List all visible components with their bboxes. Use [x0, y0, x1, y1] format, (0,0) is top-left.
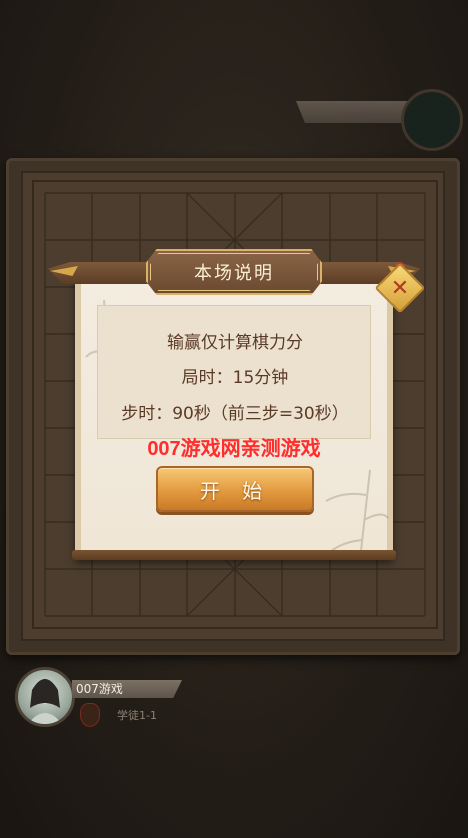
start-button[interactable]: 开 始	[156, 466, 314, 512]
player-name: 007游戏	[76, 682, 123, 696]
dialog-title: 本场说明	[194, 263, 274, 284]
watermark-text: 007游戏网亲测游戏	[147, 438, 321, 460]
rank-seal-icon	[80, 703, 100, 727]
rules-panel: 输赢仅计算棋力分 局时：15分钟 步时：90秒（前三步=30秒）	[97, 305, 371, 439]
close-icon[interactable]: ✕	[382, 270, 418, 306]
bamboo-decoration-icon	[325, 470, 389, 560]
player-avatar[interactable]	[15, 667, 75, 727]
rule-game-time: 局时：15分钟	[181, 368, 289, 388]
rule-move-time: 步时：90秒（前三步=30秒）	[121, 404, 349, 424]
dialog-bottom-rod	[72, 550, 396, 560]
rule-scoring: 输赢仅计算棋力分	[167, 333, 303, 353]
avatar-portrait-icon	[28, 679, 62, 724]
player-rank: 学徒1-1	[117, 709, 157, 722]
